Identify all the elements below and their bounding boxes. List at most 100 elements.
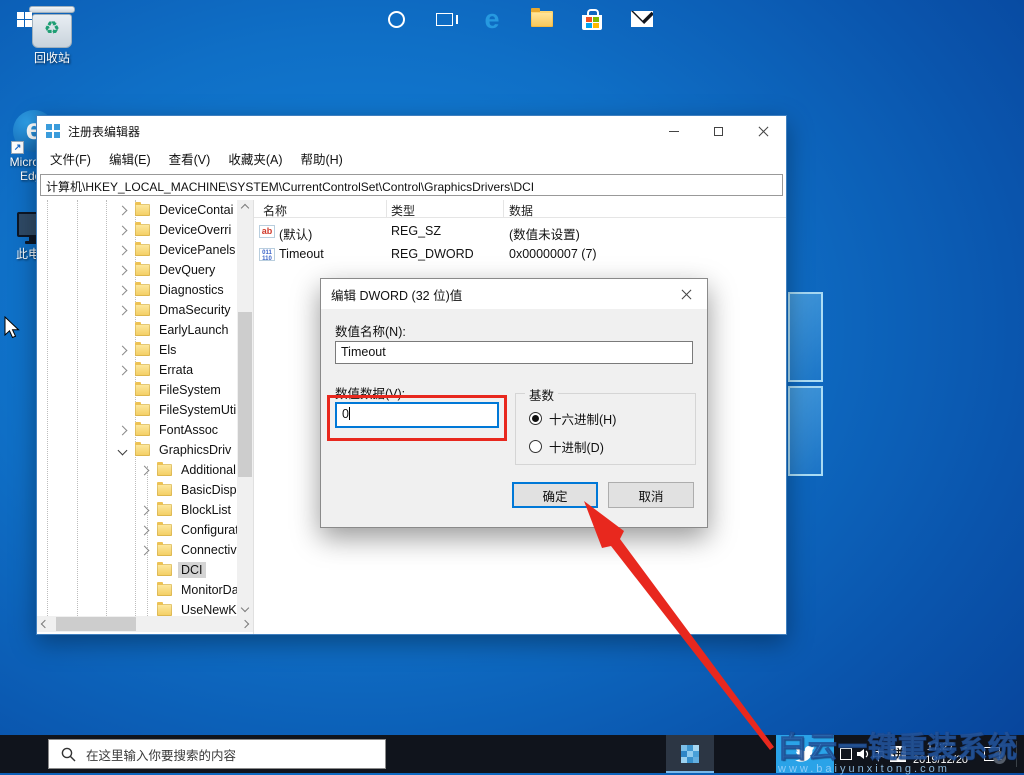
task-view-button[interactable] xyxy=(420,0,468,38)
tree-item[interactable]: Errata xyxy=(37,360,253,380)
window-title: 注册表编辑器 xyxy=(68,123,140,140)
tree-item-label: Additional xyxy=(178,462,239,478)
show-desktop-divider[interactable] xyxy=(1016,741,1017,767)
tree-item[interactable]: EarlyLaunch xyxy=(37,320,253,340)
tree-item-label: FileSystem xyxy=(156,382,224,398)
close-icon xyxy=(681,289,692,300)
dialog-close-button[interactable] xyxy=(665,279,707,309)
radio-decimal[interactable]: 十进制(D) xyxy=(529,437,604,456)
taskbar-twitter-tile[interactable] xyxy=(776,735,834,773)
pixel-cube-icon xyxy=(681,745,687,751)
tree-item[interactable]: Configurat xyxy=(37,520,253,540)
tree-item[interactable]: Diagnostics xyxy=(37,280,253,300)
tree-item[interactable]: DCI xyxy=(37,560,253,580)
radio-hexadecimal[interactable]: 十六进制(H) xyxy=(529,409,616,428)
ok-button[interactable]: 确定 xyxy=(512,482,598,508)
tree-item[interactable]: DevicePanels xyxy=(37,240,253,260)
ime-language-button[interactable]: 中 xyxy=(872,735,885,773)
folder-icon xyxy=(157,524,172,536)
taskbar-clock[interactable]: 17:27 2019/12/20 xyxy=(913,735,977,773)
folder-icon xyxy=(135,324,150,336)
cancel-button[interactable]: 取消 xyxy=(608,482,694,508)
dialog-title-bar[interactable]: 编辑 DWORD (32 位)值 xyxy=(321,279,707,309)
tree-item-label: Errata xyxy=(156,362,196,378)
tree-item[interactable]: GraphicsDriv xyxy=(37,440,253,460)
tree-item[interactable]: DeviceOverri xyxy=(37,220,253,240)
tree-vertical-scrollbar[interactable] xyxy=(237,200,253,616)
folder-icon xyxy=(157,564,172,576)
column-header-data[interactable]: 数据 xyxy=(509,202,533,219)
tree-horizontal-scrollbar[interactable] xyxy=(37,616,253,632)
radio-unselected-icon xyxy=(529,440,542,453)
chevron-right-icon[interactable] xyxy=(140,505,150,515)
minimize-icon xyxy=(669,131,679,132)
tree-item[interactable]: DeviceContai xyxy=(37,200,253,220)
maximize-button[interactable] xyxy=(696,116,741,146)
menu-item-3[interactable]: 收藏夹(A) xyxy=(219,146,291,171)
tree-item[interactable]: FileSystem xyxy=(37,380,253,400)
tree-item-label: FontAssoc xyxy=(156,422,221,438)
scrollbar-thumb[interactable] xyxy=(238,312,252,477)
menu-item-1[interactable]: 编辑(E) xyxy=(100,146,160,171)
column-header-type[interactable]: 类型 xyxy=(391,202,415,219)
action-center-button[interactable]: 1 xyxy=(984,735,1000,773)
chevron-right-icon[interactable] xyxy=(118,425,128,435)
minimize-button[interactable] xyxy=(651,116,696,146)
ime-mode-button[interactable]: 拼 xyxy=(890,735,906,773)
cortana-button[interactable] xyxy=(372,0,420,38)
chevron-right-icon[interactable] xyxy=(140,525,150,535)
value-row[interactable]: ab(默认)REG_SZ(数值未设置) xyxy=(254,221,786,243)
folder-icon xyxy=(157,464,172,476)
chevron-right-icon[interactable] xyxy=(118,265,128,275)
taskbar-store-button[interactable] xyxy=(568,0,616,38)
folder-icon xyxy=(135,404,150,416)
taskbar-edge-button[interactable]: e xyxy=(468,0,516,38)
tree-item[interactable]: FileSystemUti xyxy=(37,400,253,420)
tree-item[interactable]: Additional xyxy=(37,460,253,480)
tree-item-label: DeviceContai xyxy=(156,202,236,218)
dialog-title: 编辑 DWORD (32 位)值 xyxy=(331,285,462,304)
column-header-name[interactable]: 名称 xyxy=(263,202,287,219)
value-name-input[interactable]: Timeout xyxy=(335,341,693,364)
tree-item[interactable]: MonitorDa xyxy=(37,580,253,600)
tree-item[interactable]: DevQuery xyxy=(37,260,253,280)
address-input[interactable]: 计算机\HKEY_LOCAL_MACHINE\SYSTEM\CurrentCon… xyxy=(40,174,783,196)
tray-app-button[interactable] xyxy=(840,735,852,773)
tree-item[interactable]: Els xyxy=(37,340,253,360)
taskbar-explorer-button[interactable] xyxy=(518,0,566,38)
menu-item-0[interactable]: 文件(F) xyxy=(41,146,100,171)
folder-icon xyxy=(157,604,172,616)
base-groupbox: 基数 十六进制(H) 十进制(D) xyxy=(515,393,696,465)
tree-item[interactable]: BasicDispl xyxy=(37,480,253,500)
tree-item-label: GraphicsDriv xyxy=(156,442,234,458)
taskbar-active-app-button[interactable] xyxy=(666,735,714,773)
folder-icon xyxy=(135,204,150,216)
chevron-down-icon[interactable] xyxy=(118,445,128,455)
search-icon xyxy=(61,747,76,762)
wallpaper-logo-pane-bottom xyxy=(788,386,823,476)
folder-icon xyxy=(135,284,150,296)
chevron-right-icon[interactable] xyxy=(118,345,128,355)
close-button[interactable] xyxy=(741,116,786,146)
tree-item[interactable]: BlockList xyxy=(37,500,253,520)
tree-item[interactable]: Connectivi xyxy=(37,540,253,560)
chevron-right-icon[interactable] xyxy=(140,545,150,555)
tree-item[interactable]: DmaSecurity xyxy=(37,300,253,320)
start-button[interactable] xyxy=(0,0,48,38)
tree-item[interactable]: FontAssoc xyxy=(37,420,253,440)
scrollbar-thumb[interactable] xyxy=(56,617,136,631)
chevron-right-icon[interactable] xyxy=(118,285,128,295)
value-row[interactable]: 011110TimeoutREG_DWORD0x00000007 (7) xyxy=(254,244,786,266)
taskbar-mail-button[interactable] xyxy=(618,0,666,38)
taskbar-search-box[interactable]: 在这里输入你要搜索的内容 xyxy=(48,739,386,769)
chevron-right-icon[interactable] xyxy=(118,225,128,235)
chevron-right-icon[interactable] xyxy=(118,205,128,215)
tray-volume-button[interactable] xyxy=(856,735,870,773)
chevron-right-icon[interactable] xyxy=(118,305,128,315)
menu-item-4[interactable]: 帮助(H) xyxy=(291,146,351,171)
chevron-right-icon[interactable] xyxy=(118,365,128,375)
menu-item-2[interactable]: 查看(V) xyxy=(160,146,220,171)
chevron-right-icon[interactable] xyxy=(118,245,128,255)
title-bar[interactable]: 注册表编辑器 xyxy=(37,116,786,146)
chevron-right-icon[interactable] xyxy=(140,465,150,475)
